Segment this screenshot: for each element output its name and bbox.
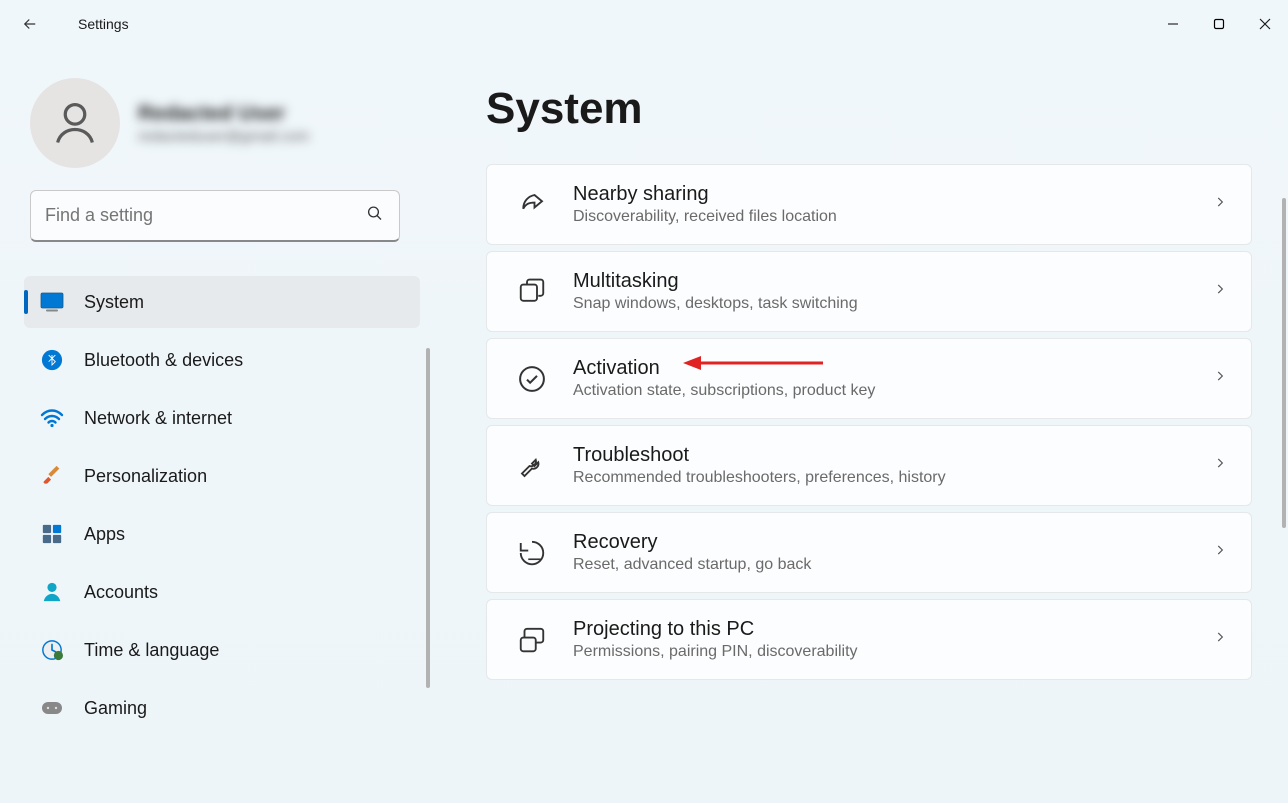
chevron-right-icon: [1213, 282, 1227, 301]
arrow-left-icon: [21, 15, 39, 33]
close-icon: [1259, 18, 1271, 30]
card-desc: Reset, advanced startup, go back: [573, 556, 811, 574]
nav: System Bluetooth & devices Network & int…: [24, 276, 430, 734]
clock-icon: [40, 638, 64, 662]
card-projecting[interactable]: Projecting to this PC Permissions, pairi…: [486, 599, 1252, 680]
apps-icon: [40, 522, 64, 546]
profile-block[interactable]: Redacted User redacteduser@gmail.com: [24, 78, 430, 190]
titlebar: Settings: [0, 0, 1288, 48]
maximize-icon: [1213, 18, 1225, 30]
card-title: Recovery: [573, 531, 811, 554]
card-title: Troubleshoot: [573, 444, 946, 467]
wrench-icon: [513, 451, 551, 481]
card-desc: Activation state, subscriptions, product…: [573, 382, 875, 400]
sidebar-item-label: Personalization: [84, 466, 207, 487]
search-icon: [366, 205, 384, 228]
profile-email: redacteduser@gmail.com: [138, 128, 309, 145]
windows-icon: [513, 277, 551, 307]
annotation-arrow-icon: [683, 353, 823, 373]
bluetooth-icon: [40, 348, 64, 372]
system-icon: [40, 290, 64, 314]
sidebar-item-label: Time & language: [84, 640, 219, 661]
avatar: [30, 78, 120, 168]
sidebar-item-system[interactable]: System: [24, 276, 420, 328]
page-title: System: [486, 84, 1252, 134]
card-title: Multitasking: [573, 270, 858, 293]
main-scrollbar[interactable]: [1282, 198, 1286, 528]
close-button[interactable]: [1242, 4, 1288, 44]
person-icon: [49, 97, 101, 149]
recovery-icon: [513, 538, 551, 568]
card-activation[interactable]: Activation Activation state, subscriptio…: [486, 338, 1252, 419]
search-wrap: [30, 190, 400, 242]
person-icon: [40, 580, 64, 604]
card-troubleshoot[interactable]: Troubleshoot Recommended troubleshooters…: [486, 425, 1252, 506]
brush-icon: [40, 464, 64, 488]
search-input[interactable]: [30, 190, 400, 242]
sidebar-item-label: Network & internet: [84, 408, 232, 429]
card-desc: Permissions, pairing PIN, discoverabilit…: [573, 643, 858, 661]
sidebar-item-bluetooth[interactable]: Bluetooth & devices: [24, 334, 420, 386]
card-desc: Recommended troubleshooters, preferences…: [573, 469, 946, 487]
check-circle-icon: [513, 364, 551, 394]
project-icon: [513, 625, 551, 655]
caption-buttons: [1150, 4, 1288, 44]
chevron-right-icon: [1213, 195, 1227, 214]
sidebar-item-time-language[interactable]: Time & language: [24, 624, 420, 676]
chevron-right-icon: [1213, 543, 1227, 562]
minimize-button[interactable]: [1150, 4, 1196, 44]
card-title: Projecting to this PC: [573, 618, 858, 641]
sidebar-item-label: Gaming: [84, 698, 147, 719]
app-title: Settings: [78, 16, 129, 32]
share-icon: [513, 190, 551, 220]
maximize-button[interactable]: [1196, 4, 1242, 44]
sidebar-item-label: Bluetooth & devices: [84, 350, 243, 371]
chevron-right-icon: [1213, 369, 1227, 388]
sidebar-item-apps[interactable]: Apps: [24, 508, 420, 560]
settings-card-list: Nearby sharing Discoverability, received…: [486, 164, 1252, 680]
sidebar-item-label: Apps: [84, 524, 125, 545]
card-recovery[interactable]: Recovery Reset, advanced startup, go bac…: [486, 512, 1252, 593]
sidebar-item-label: Accounts: [84, 582, 158, 603]
card-multitasking[interactable]: Multitasking Snap windows, desktops, tas…: [486, 251, 1252, 332]
card-nearby-sharing[interactable]: Nearby sharing Discoverability, received…: [486, 164, 1252, 245]
minimize-icon: [1167, 18, 1179, 30]
card-desc: Discoverability, received files location: [573, 208, 837, 226]
sidebar-item-personalization[interactable]: Personalization: [24, 450, 420, 502]
card-title: Nearby sharing: [573, 183, 837, 206]
gamepad-icon: [40, 696, 64, 720]
sidebar-item-label: System: [84, 292, 144, 313]
chevron-right-icon: [1213, 630, 1227, 649]
profile-name: Redacted User: [138, 102, 309, 126]
profile-text: Redacted User redacteduser@gmail.com: [138, 102, 309, 145]
chevron-right-icon: [1213, 456, 1227, 475]
wifi-icon: [40, 406, 64, 430]
sidebar: Redacted User redacteduser@gmail.com Sys…: [0, 48, 430, 803]
card-desc: Snap windows, desktops, task switching: [573, 295, 858, 313]
back-button[interactable]: [10, 4, 50, 44]
main-content: System Nearby sharing Discoverability, r…: [430, 48, 1288, 803]
sidebar-item-gaming[interactable]: Gaming: [24, 682, 420, 734]
sidebar-item-network[interactable]: Network & internet: [24, 392, 420, 444]
sidebar-item-accounts[interactable]: Accounts: [24, 566, 420, 618]
